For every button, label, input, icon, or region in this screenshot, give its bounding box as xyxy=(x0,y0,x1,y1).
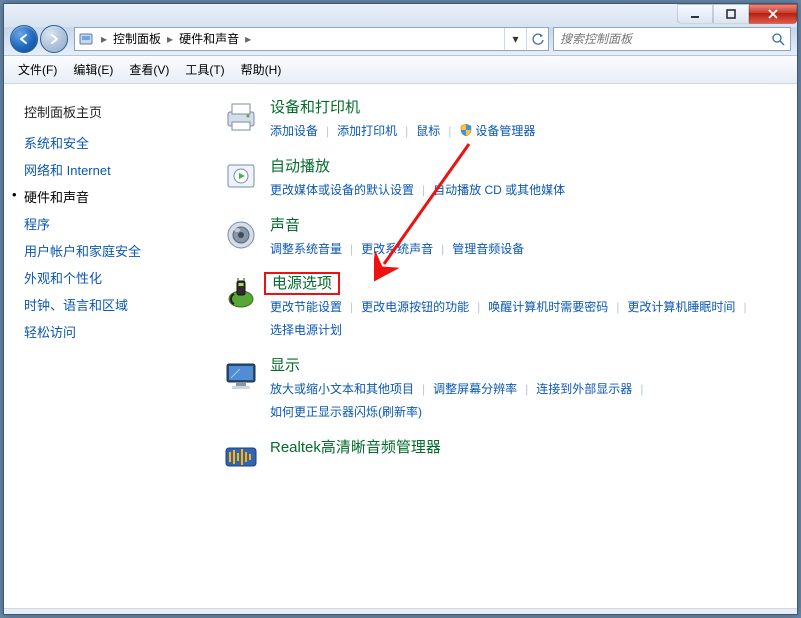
sidebar-item-ease-of-access[interactable]: 轻松访问 xyxy=(24,322,202,341)
category-title-devices[interactable]: 设备和打印机 xyxy=(270,96,360,117)
status-bar xyxy=(4,608,797,614)
category-title-power[interactable]: 电源选项 xyxy=(270,272,334,293)
sidebar: 控制面板主页 系统和安全 网络和 Internet 硬件和声音 程序 用户帐户和… xyxy=(4,84,212,608)
power-icon xyxy=(220,274,262,316)
sidebar-heading[interactable]: 控制面板主页 xyxy=(24,102,202,121)
category-title-display[interactable]: 显示 xyxy=(270,354,300,375)
sub-add-device[interactable]: 添加设备 xyxy=(270,120,318,143)
address-bar[interactable]: ▸ 控制面板 ▸ 硬件和声音 ▸ ▾ xyxy=(74,27,549,51)
breadcrumb-root[interactable]: 控制面板 xyxy=(111,30,163,47)
nav-forward-button[interactable] xyxy=(40,25,68,53)
chevron-right-icon: ▸ xyxy=(241,32,255,46)
menu-bar: 文件(F) 编辑(E) 查看(V) 工具(T) 帮助(H) xyxy=(4,56,797,84)
sub-sleep-time[interactable]: 更改计算机睡眠时间 xyxy=(627,296,735,319)
sidebar-item-hardware-sound[interactable]: 硬件和声音 xyxy=(24,187,202,206)
refresh-icon[interactable] xyxy=(526,28,548,50)
sub-choose-power-plan[interactable]: 选择电源计划 xyxy=(270,319,342,342)
category-title-realtek[interactable]: Realtek高清晰音频管理器 xyxy=(270,436,441,457)
highlight-box: 电源选项 xyxy=(264,272,340,295)
search-input[interactable] xyxy=(554,28,766,50)
sub-wake-password[interactable]: 唤醒计算机时需要密码 xyxy=(488,296,608,319)
category-title-sound[interactable]: 声音 xyxy=(270,214,300,235)
sub-screen-resolution[interactable]: 调整屏幕分辨率 xyxy=(433,378,517,401)
search-icon[interactable] xyxy=(766,32,790,46)
realtek-icon xyxy=(220,438,262,480)
chevron-right-icon: ▸ xyxy=(97,32,111,46)
sub-energy-settings[interactable]: 更改节能设置 xyxy=(270,296,342,319)
sub-device-manager[interactable]: 设备管理器 xyxy=(459,120,535,143)
sub-manage-audio[interactable]: 管理音频设备 xyxy=(452,238,524,261)
sub-power-button[interactable]: 更改电源按钮的功能 xyxy=(361,296,469,319)
autoplay-icon xyxy=(220,157,262,199)
category-title-autoplay[interactable]: 自动播放 xyxy=(270,155,330,176)
sidebar-item-appearance[interactable]: 外观和个性化 xyxy=(24,268,202,287)
menu-file[interactable]: 文件(F) xyxy=(10,57,65,82)
chevron-right-icon: ▸ xyxy=(163,32,177,46)
menu-view[interactable]: 查看(V) xyxy=(121,57,177,82)
sidebar-item-network-internet[interactable]: 网络和 Internet xyxy=(24,160,202,179)
sidebar-item-system-security[interactable]: 系统和安全 xyxy=(24,133,202,152)
maximize-button[interactable] xyxy=(713,4,749,24)
sub-change-media-defaults[interactable]: 更改媒体或设备的默认设置 xyxy=(270,179,414,202)
sub-add-printer[interactable]: 添加打印机 xyxy=(337,120,397,143)
minimize-button[interactable] xyxy=(677,4,713,24)
sidebar-item-clock-language[interactable]: 时钟、语言和区域 xyxy=(24,295,202,314)
sub-refresh-rate[interactable]: 如何更正显示器闪烁(刷新率) xyxy=(270,401,422,424)
sub-external-display[interactable]: 连接到外部显示器 xyxy=(536,378,632,401)
menu-edit[interactable]: 编辑(E) xyxy=(65,57,121,82)
sub-autoplay-cd[interactable]: 自动播放 CD 或其他媒体 xyxy=(433,179,565,202)
titlebar: ▸ 控制面板 ▸ 硬件和声音 ▸ ▾ xyxy=(4,4,797,56)
control-panel-icon xyxy=(75,31,97,47)
printer-icon xyxy=(220,98,262,140)
breadcrumb-child[interactable]: 硬件和声音 xyxy=(177,30,241,47)
sidebar-item-user-accounts[interactable]: 用户帐户和家庭安全 xyxy=(24,241,202,260)
sub-mouse[interactable]: 鼠标 xyxy=(416,120,440,143)
speaker-icon xyxy=(220,216,262,258)
sidebar-item-programs[interactable]: 程序 xyxy=(24,214,202,233)
sub-adjust-volume[interactable]: 调整系统音量 xyxy=(270,238,342,261)
menu-tools[interactable]: 工具(T) xyxy=(177,57,232,82)
close-button[interactable] xyxy=(749,4,797,24)
menu-help[interactable]: 帮助(H) xyxy=(233,57,290,82)
nav-back-button[interactable] xyxy=(10,25,38,53)
display-icon xyxy=(220,356,262,398)
shield-icon xyxy=(459,123,473,137)
address-dropdown-icon[interactable]: ▾ xyxy=(504,28,526,50)
sub-zoom-text[interactable]: 放大或缩小文本和其他项目 xyxy=(270,378,414,401)
content-area: 设备和打印机 添加设备| 添加打印机| 鼠标| 设备管理器 自动播放 更改媒体或… xyxy=(212,84,797,608)
sub-change-system-sounds[interactable]: 更改系统声音 xyxy=(361,238,433,261)
search-box[interactable] xyxy=(553,27,791,51)
